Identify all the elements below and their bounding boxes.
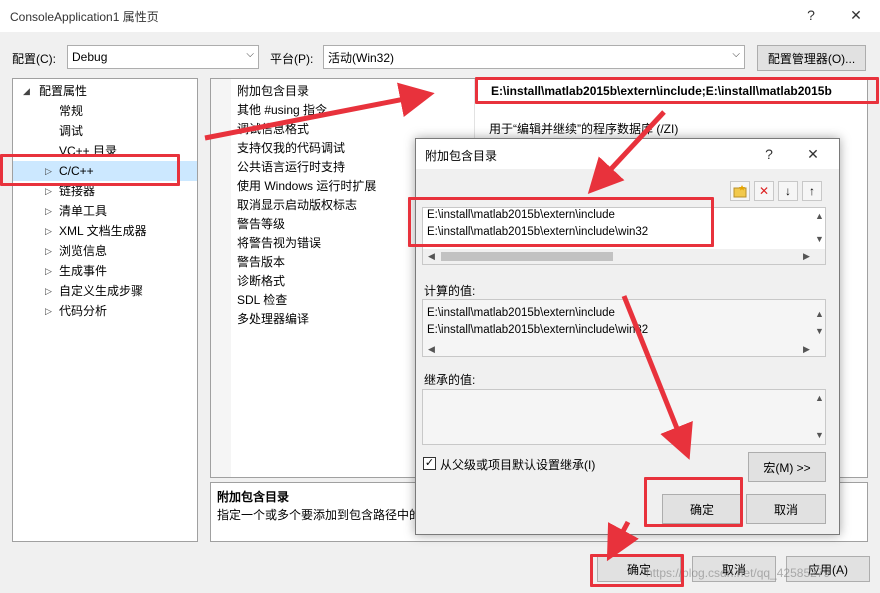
annotation-arrow-3	[621, 295, 693, 460]
property-pages-window: ConsoleApplication1 属性页 ? ✕ 配置(C): Debug…	[0, 0, 880, 593]
annotation-arrow-4	[606, 520, 639, 562]
annotation-arrows	[204, 82, 693, 562]
annotation-arrow-1	[204, 82, 435, 141]
annotation-arrow-2	[587, 110, 666, 194]
